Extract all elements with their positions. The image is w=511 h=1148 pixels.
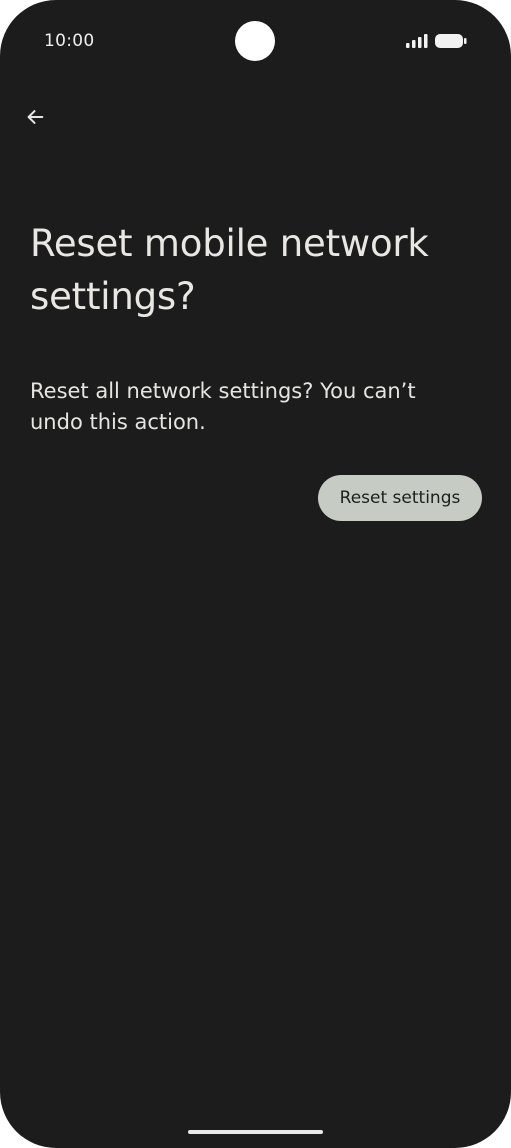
status-time: 10:00 <box>44 31 95 51</box>
phone-screen: 10:00 Reset mobile network settings? Res… <box>0 0 511 1148</box>
arrow-back-icon <box>27 110 44 124</box>
back-button[interactable] <box>14 96 56 138</box>
page-title: Reset mobile network settings? <box>30 222 429 318</box>
battery-icon <box>435 34 467 48</box>
signal-icon <box>406 34 428 48</box>
reset-settings-button[interactable]: Reset settings <box>318 475 482 521</box>
camera-cutout <box>235 21 275 61</box>
page-description: Reset all network settings? You can’t un… <box>30 379 416 434</box>
home-indicator[interactable] <box>188 1130 323 1134</box>
